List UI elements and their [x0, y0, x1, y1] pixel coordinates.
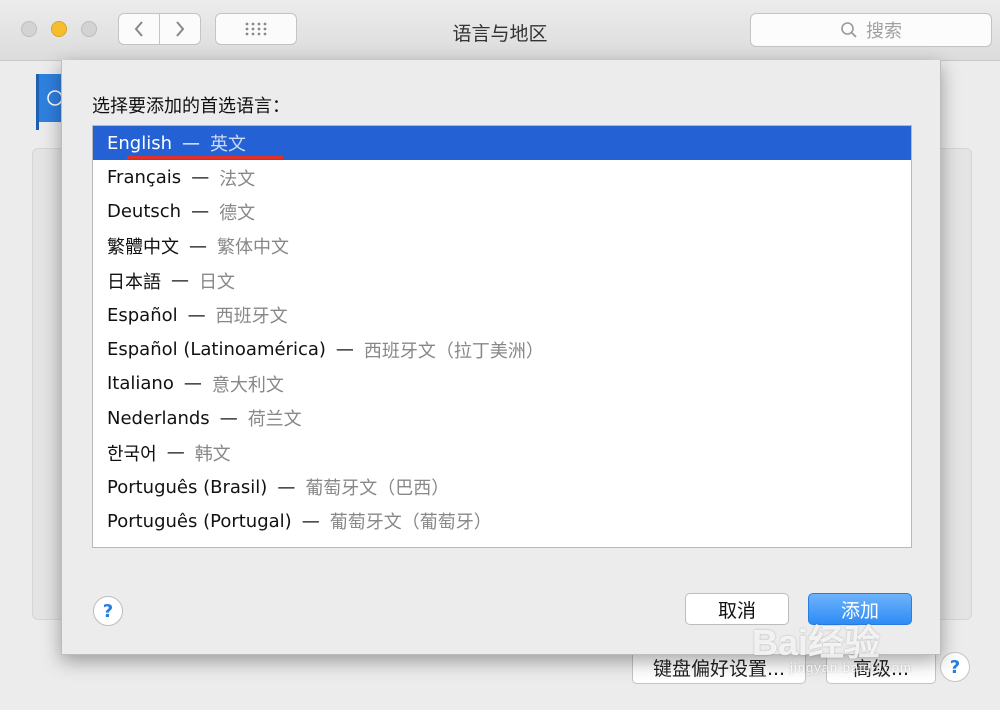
language-row[interactable]: Español (Latinoamérica) — 西班牙文（拉丁美洲） [93, 332, 911, 366]
close-window-button[interactable] [21, 21, 37, 37]
language-row[interactable]: Deutsch — 德文 [93, 195, 911, 229]
search-field[interactable]: 搜索 [750, 13, 992, 47]
highlight-underline [127, 156, 283, 159]
add-language-sheet: 选择要添加的首选语言： English — 英文 Français — 法文 Deutsch… [61, 60, 941, 655]
language-separator: — [171, 270, 189, 292]
language-row[interactable]: English — 英文 [93, 126, 911, 161]
language-native-name: Italiano [107, 373, 174, 395]
language-native-name: Español [107, 304, 178, 326]
language-separator: — [166, 442, 185, 464]
language-chinese-name: 葡萄牙文（葡萄牙） [329, 512, 492, 534]
language-row[interactable]: Español — 西班牙文 [93, 298, 911, 332]
language-chinese-name: 西班牙文（拉丁美洲） [363, 340, 544, 362]
language-native-name: Nederlands [107, 407, 210, 429]
language-chinese-name: 繁体中文 [217, 237, 289, 259]
language-flag-icon [36, 74, 62, 130]
language-row[interactable]: Português (Portugal) — 葡萄牙文（葡萄牙） [93, 504, 911, 538]
chevron-right-icon [176, 21, 185, 37]
grid-icon [245, 22, 267, 36]
language-chinese-name: 日文 [199, 271, 235, 293]
window-titlebar: 语言与地区 搜索 [0, 0, 1000, 61]
language-chinese-name: 西班牙文 [215, 306, 288, 328]
language-native-name: 繁體中文 [107, 237, 179, 259]
language-separator: — [191, 201, 210, 223]
language-separator: — [182, 132, 200, 154]
sheet-prompt: 选择要添加的首选语言： [92, 96, 290, 117]
language-row[interactable]: Português (Brasil) — 葡萄牙文（巴西） [93, 470, 911, 504]
language-chinese-name: 法文 [219, 168, 256, 190]
language-native-name: English [107, 132, 172, 154]
language-separator: — [219, 407, 238, 429]
language-separator: — [189, 235, 207, 257]
watermark-url: jingyan.baidu.com [790, 660, 912, 675]
language-native-name: Deutsch [107, 201, 182, 223]
minimize-window-button[interactable] [51, 21, 67, 37]
language-chinese-name: 荷兰文 [247, 409, 302, 431]
language-separator: — [301, 510, 320, 532]
language-separator: — [277, 476, 296, 498]
language-row[interactable]: 日本語 — 日文 [93, 264, 911, 298]
language-chinese-name: 意大利文 [211, 374, 284, 396]
window-title: 语言与地区 [452, 23, 548, 45]
help-button[interactable]: ? [93, 596, 123, 626]
language-separator: — [187, 304, 206, 326]
language-native-name: 日本語 [107, 271, 161, 293]
language-row[interactable]: 한국어 — 韩文 [93, 436, 911, 470]
baidu-watermark: Bai经验 jingyan.baidu.com [752, 610, 962, 680]
language-native-name: Français [107, 167, 182, 189]
language-chinese-name: 德文 [219, 202, 256, 224]
language-chinese-name: 英文 [210, 134, 246, 156]
language-separator: — [183, 373, 202, 395]
watermark-brand: Bai经验 [752, 622, 881, 663]
search-placeholder: 搜索 [866, 21, 902, 42]
language-native-name: Português (Brasil) [107, 476, 268, 498]
forward-button[interactable] [159, 14, 200, 44]
language-row[interactable]: 繁體中文 — 繁体中文 [93, 229, 911, 263]
language-list[interactable]: English — 英文 Français — 法文 Deutsch — 德文 繁體中文 — 繁体中文… [92, 125, 912, 548]
chevron-left-icon [134, 21, 143, 37]
search-icon [841, 22, 857, 38]
zoom-window-button[interactable] [81, 21, 97, 37]
language-row[interactable]: Nederlands — 荷兰文 [93, 401, 911, 435]
language-chinese-name: 葡萄牙文（巴西） [305, 478, 450, 500]
language-separator: — [191, 167, 210, 189]
nav-buttons [118, 13, 201, 45]
language-native-name: Português (Portugal) [107, 510, 292, 532]
language-native-name: 한국어 [107, 443, 157, 465]
language-row[interactable]: Italiano — 意大利文 [93, 367, 911, 401]
language-separator: — [335, 339, 354, 361]
show-all-button[interactable] [215, 13, 297, 45]
back-button[interactable] [119, 14, 159, 44]
language-row[interactable]: Français — 法文 [93, 160, 911, 194]
language-chinese-name: 韩文 [194, 443, 231, 465]
language-native-name: Español (Latinoamérica) [107, 339, 326, 361]
